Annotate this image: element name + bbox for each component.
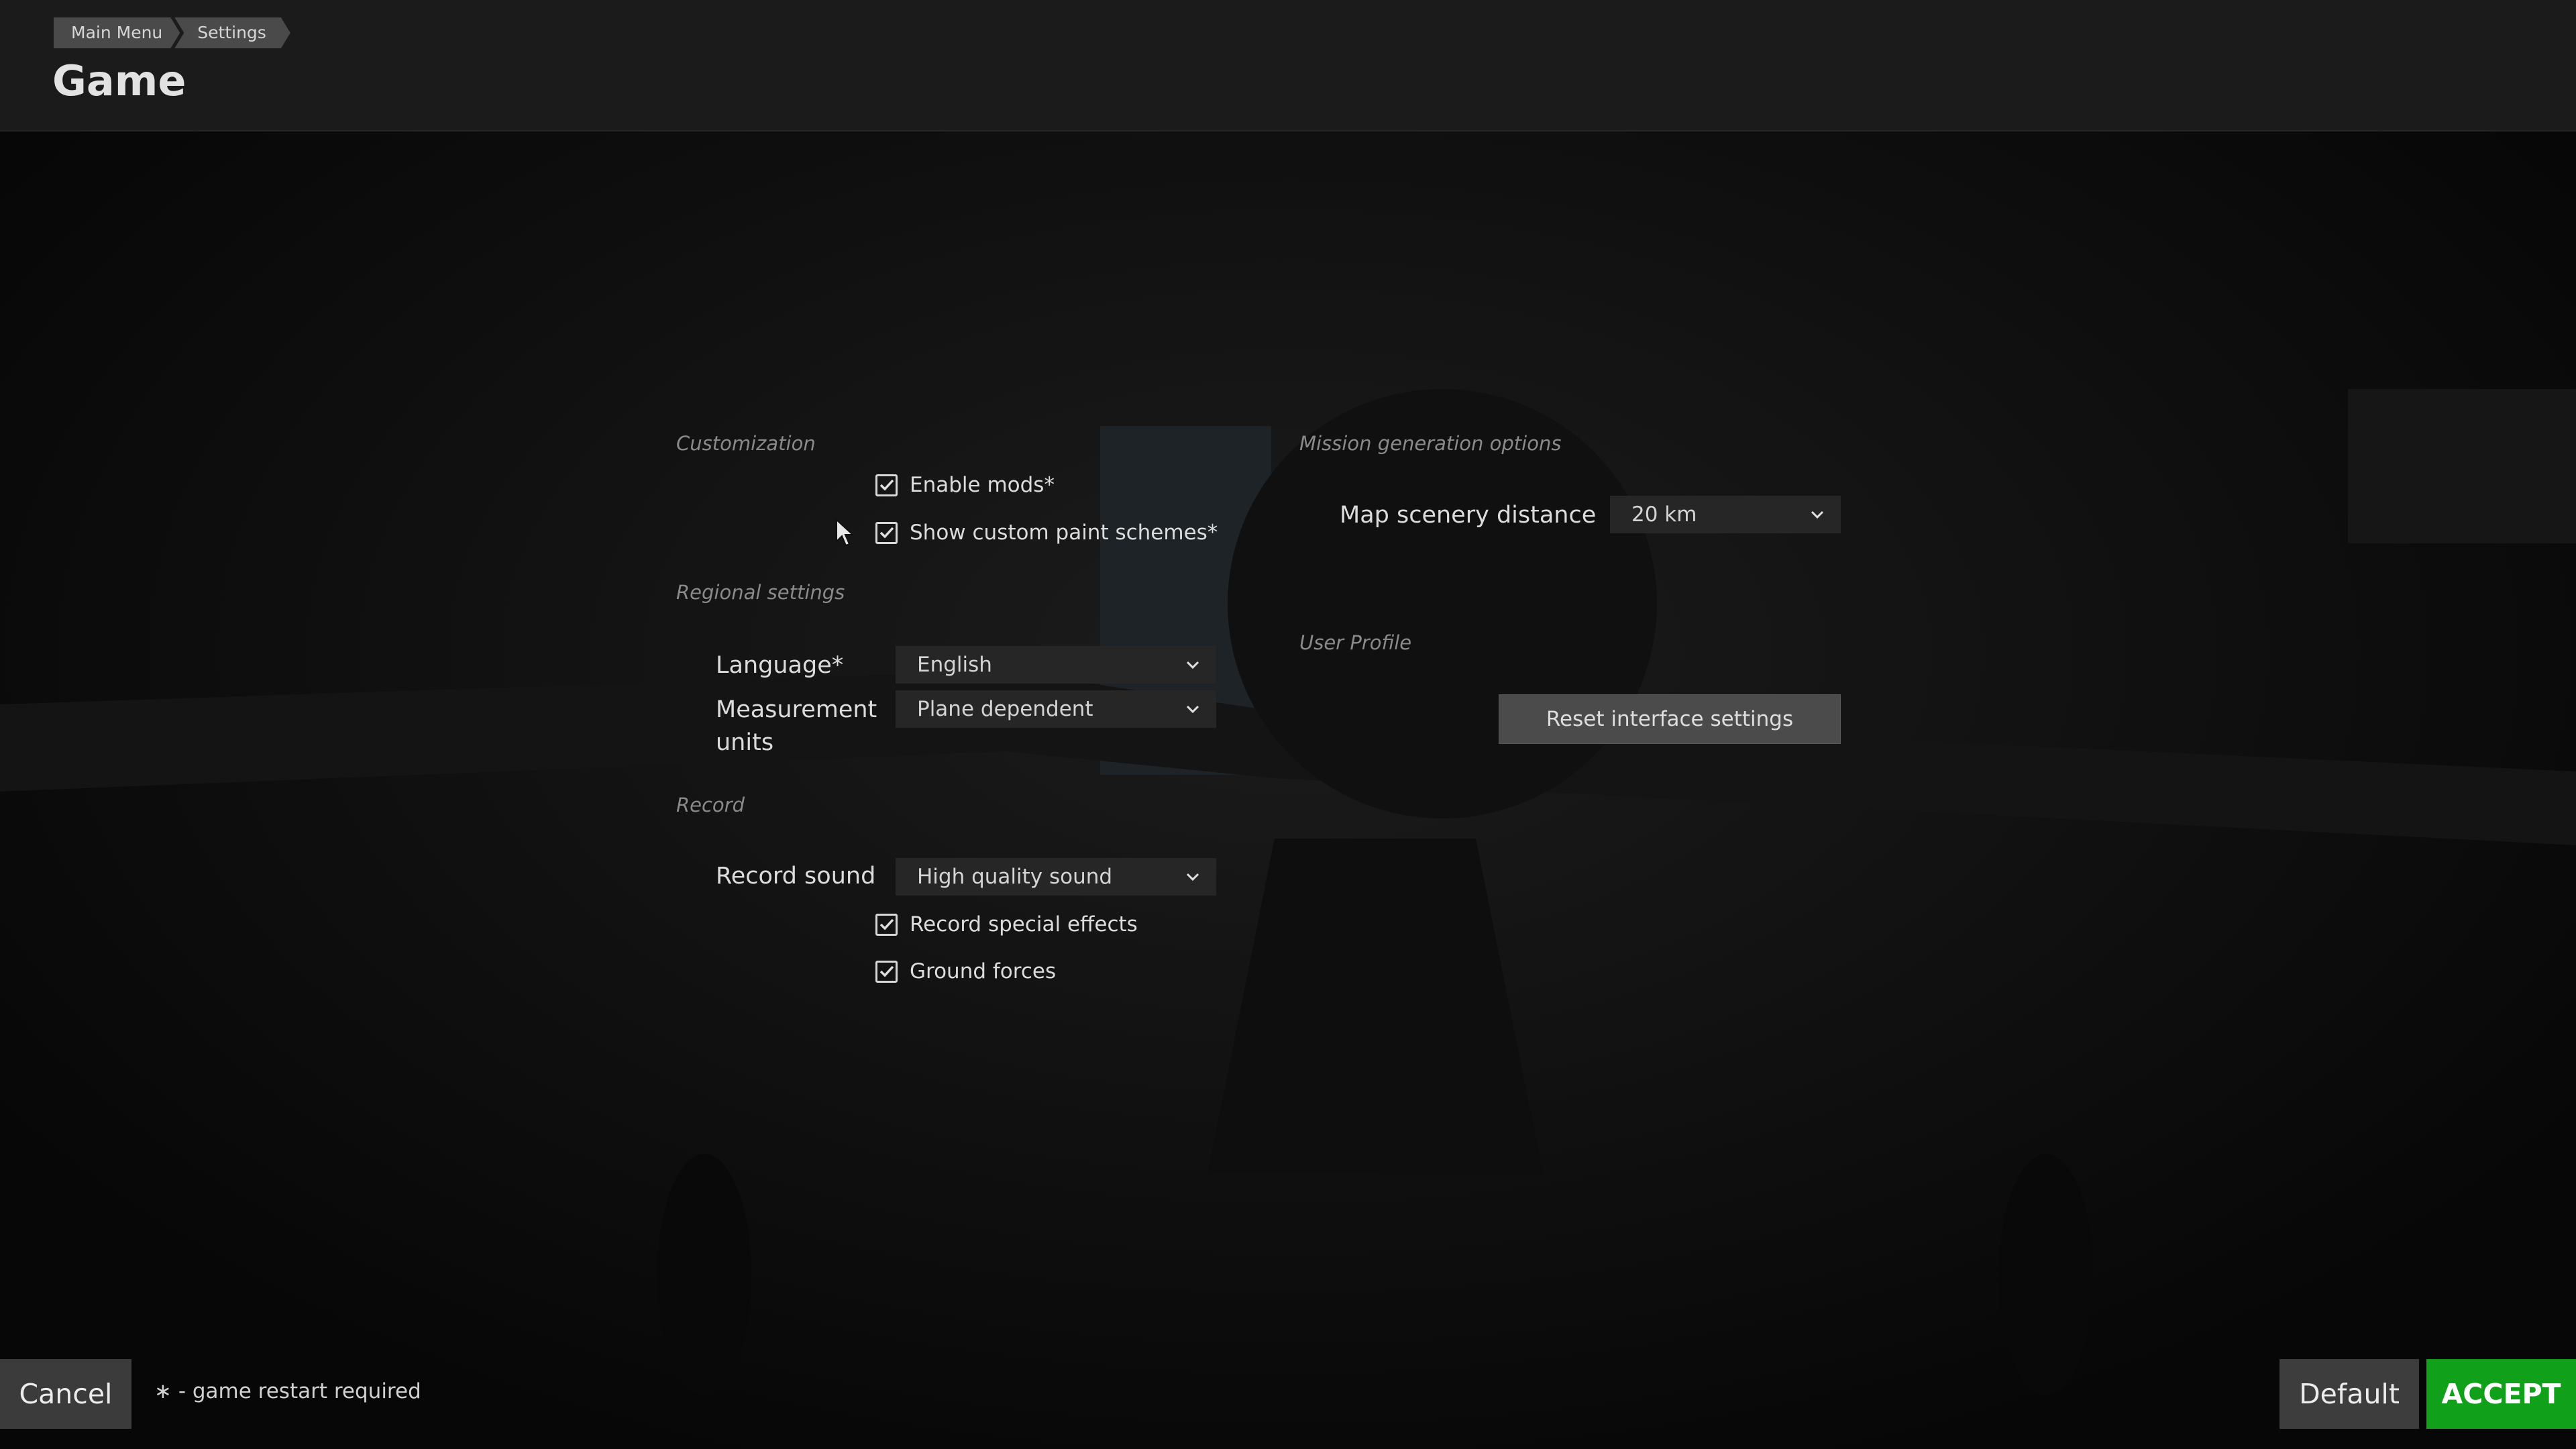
regional-section-label: Regional settings	[676, 581, 845, 604]
enable-mods-label: Enable mods*	[910, 473, 1055, 497]
ground-forces-label: Ground forces	[910, 959, 1057, 983]
mouse-cursor-icon	[836, 519, 855, 547]
scenery-distance-label: Map scenery distance	[1340, 502, 1597, 529]
checkbox-icon[interactable]	[875, 521, 898, 544]
check-icon	[879, 918, 894, 930]
page-title: Game	[52, 56, 186, 105]
header-bar: Main Menu Settings Game	[0, 0, 2576, 131]
mission-section-label: Mission generation options	[1299, 432, 1562, 455]
chevron-down-icon	[1186, 661, 1199, 669]
chevron-down-icon	[1186, 705, 1199, 714]
checkbox-icon[interactable]	[875, 960, 898, 983]
customization-section-label: Customization	[676, 432, 816, 455]
breadcrumb: Main Menu Settings	[54, 17, 290, 48]
breadcrumb-main-menu[interactable]: Main Menu	[54, 17, 180, 48]
custom-paint-checkbox[interactable]: Show custom paint schemes*	[875, 517, 1218, 548]
checkbox-icon[interactable]	[875, 913, 898, 936]
check-icon	[879, 965, 894, 977]
record-sound-dropdown[interactable]: High quality sound	[896, 858, 1216, 896]
ground-forces-checkbox[interactable]: Ground forces	[875, 956, 1056, 987]
record-section-label: Record	[676, 794, 745, 816]
record-sound-value: High quality sound	[917, 865, 1113, 889]
check-icon	[879, 527, 894, 539]
record-sound-label: Record sound	[716, 863, 876, 890]
hangar-background	[0, 0, 2576, 1449]
enable-mods-checkbox[interactable]: Enable mods*	[875, 470, 1055, 500]
chevron-down-icon	[1811, 511, 1824, 519]
restart-required-note: ∗ - game restart required	[154, 1379, 421, 1403]
language-value: English	[917, 653, 992, 677]
units-dropdown[interactable]: Plane dependent	[896, 690, 1216, 728]
chevron-down-icon	[1186, 873, 1199, 881]
special-effects-checkbox[interactable]: Record special effects	[875, 909, 1138, 940]
breadcrumb-settings[interactable]: Settings	[174, 17, 290, 48]
cancel-button[interactable]: Cancel	[0, 1359, 131, 1429]
check-icon	[879, 479, 894, 491]
accept-button[interactable]: ACCEPT	[2426, 1359, 2576, 1429]
reset-interface-button[interactable]: Reset interface settings	[1499, 694, 1841, 744]
profile-section-label: User Profile	[1299, 631, 1412, 654]
scenery-distance-value: 20 km	[1631, 502, 1697, 527]
default-button[interactable]: Default	[2279, 1359, 2419, 1429]
language-label: Language*	[716, 652, 844, 679]
units-value: Plane dependent	[917, 697, 1093, 721]
language-dropdown[interactable]: English	[896, 646, 1216, 684]
units-label: Measurement units	[716, 696, 877, 756]
checkbox-icon[interactable]	[875, 474, 898, 496]
scenery-distance-dropdown[interactable]: 20 km	[1610, 496, 1841, 533]
special-effects-label: Record special effects	[910, 912, 1138, 936]
custom-paint-label: Show custom paint schemes*	[910, 521, 1218, 545]
